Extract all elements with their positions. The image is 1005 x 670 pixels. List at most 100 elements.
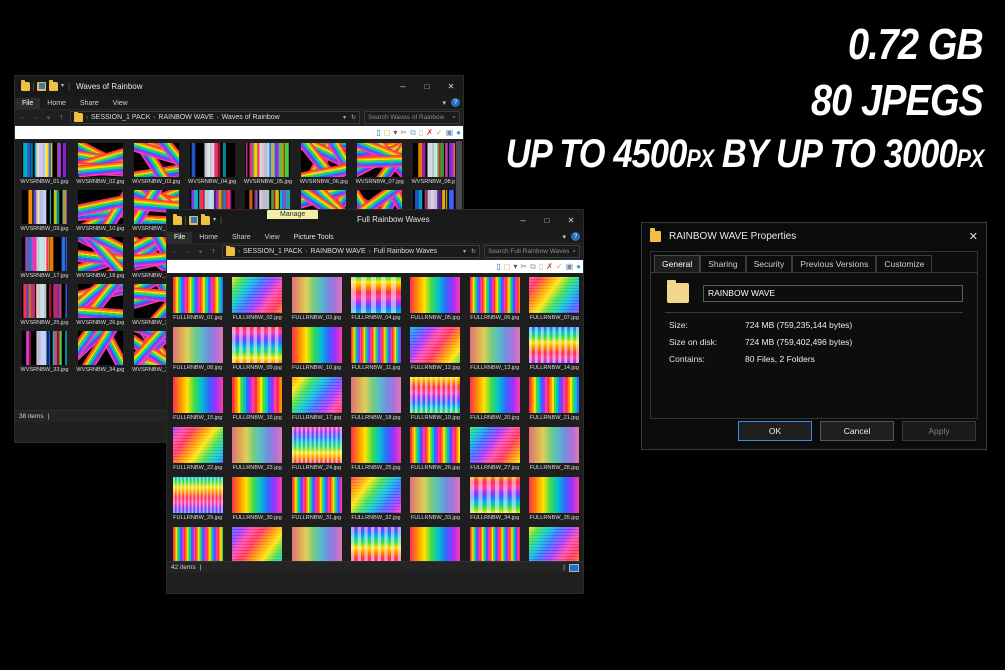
file-thumbnail[interactable]	[410, 376, 461, 413]
search-icon[interactable]: ⌕	[452, 114, 456, 122]
delete-icon[interactable]: ✗	[426, 128, 433, 137]
ok-button[interactable]: OK	[738, 421, 812, 441]
file-thumbnail[interactable]	[529, 277, 580, 313]
ribbon-tab-file[interactable]: File	[167, 232, 193, 243]
quick-access-toolbar-back[interactable]: ▾	[17, 79, 64, 91]
help-icon[interactable]: ?	[451, 98, 460, 107]
new-folder-icon[interactable]	[49, 79, 58, 91]
file-item[interactable]: FULLRNBW_02.jpg	[230, 277, 283, 322]
file-thumbnail[interactable]	[469, 526, 520, 563]
folder-icon[interactable]	[173, 213, 182, 225]
file-item[interactable]: FULLRNBW_09.jpg	[230, 326, 283, 372]
ribbon-tab-share[interactable]: Share	[73, 98, 106, 109]
file-item[interactable]: FULLRNBW_28.jpg	[528, 426, 581, 472]
file-item[interactable]: WVSRNBW_34.jpg	[75, 330, 126, 374]
file-item[interactable]: FULLRNBW_05.jpg	[409, 277, 462, 322]
file-thumbnail[interactable]	[77, 283, 123, 318]
ribbon-tab-home[interactable]: Home	[40, 98, 73, 109]
file-thumbnail[interactable]	[232, 277, 283, 313]
file-item[interactable]: FULLRNBW_17.jpg	[290, 376, 343, 422]
file-item[interactable]: WVSRNBW_06.jpg	[298, 143, 349, 186]
cut-icon[interactable]: ✂	[400, 128, 407, 137]
ribbon-tab-view[interactable]: View	[106, 98, 135, 109]
file-item[interactable]: FULLRNBW_14.jpg	[528, 326, 581, 372]
paste-icon[interactable]: ▯	[539, 262, 543, 271]
file-thumbnail[interactable]	[350, 426, 401, 463]
tab-previous-versions[interactable]: Previous Versions	[792, 255, 877, 272]
file-item[interactable]: FULLRNBW_01.jpg	[171, 277, 224, 322]
search-icon[interactable]: ⌕	[572, 248, 576, 256]
file-thumbnail[interactable]	[172, 376, 223, 413]
up-arrow-icon[interactable]: ↑	[209, 248, 218, 255]
window-controls-back[interactable]	[391, 76, 463, 96]
file-item[interactable]: WVSRNBW_25.jpg	[19, 283, 70, 327]
tab-sharing[interactable]: Sharing	[700, 255, 746, 272]
file-item[interactable]: FULLRNBW_35.jpg	[528, 476, 581, 522]
file-thumbnail[interactable]	[350, 326, 401, 363]
file-thumbnail[interactable]	[301, 143, 347, 177]
minimize-icon[interactable]	[511, 210, 535, 230]
properties-icon[interactable]	[37, 81, 46, 91]
recent-locations-icon[interactable]: ▾	[196, 248, 205, 256]
tab-general[interactable]: General	[654, 255, 701, 272]
file-item[interactable]: FULLRNBW_20.jpg	[468, 376, 521, 422]
file-item[interactable]: WVSRNBW_09.jpg	[19, 189, 70, 233]
file-item[interactable]: FULLRNBW_34.jpg	[468, 476, 521, 522]
status-view-controls[interactable]: |	[563, 563, 579, 572]
ribbon-back[interactable]: File Home Share View ▾ ?	[15, 96, 463, 110]
chevron-down-icon[interactable]: ▾	[442, 99, 446, 107]
dialog-buttons[interactable]: OK Cancel Apply	[738, 421, 976, 441]
chevron-down-icon[interactable]: ▾	[562, 233, 566, 241]
explorer-window-full-rainbow-waves[interactable]: ▾ | Manage Full Rainbow Waves File Home …	[166, 209, 584, 594]
file-thumbnail[interactable]	[469, 426, 520, 463]
file-item[interactable]: FULLRNBW_13.jpg	[468, 326, 521, 372]
breadcrumb-item-2[interactable]: Full Rainbow Waves	[374, 248, 438, 255]
breadcrumb-actions[interactable]: ▾ ↻	[463, 248, 476, 255]
titlebar-back[interactable]: ▾ | Waves of Rainbow	[15, 76, 463, 96]
file-thumbnail[interactable]	[232, 526, 283, 563]
file-item[interactable]: FULLRNBW_06.jpg	[468, 277, 521, 322]
rename-icon[interactable]: ✓	[436, 128, 443, 137]
globe-icon[interactable]: ●	[576, 262, 581, 271]
folder-icon[interactable]	[21, 79, 30, 91]
breadcrumb-item-0[interactable]: SESSION_1 PACK	[91, 114, 150, 121]
breadcrumb-item-0[interactable]: SESSION_1 PACK	[243, 248, 302, 255]
navigation-pane-icon[interactable]: ▯	[496, 262, 500, 271]
forward-arrow-icon[interactable]: →	[31, 114, 40, 121]
file-item[interactable]: FULLRNBW_12.jpg	[409, 326, 462, 372]
file-item[interactable]: FULLRNBW_25.jpg	[349, 426, 402, 472]
tab-customize[interactable]: Customize	[876, 255, 933, 272]
file-item[interactable]: FULLRNBW_22.jpg	[171, 426, 224, 472]
file-thumbnail[interactable]	[529, 476, 580, 513]
file-item[interactable]: FULLRNBW_04.jpg	[349, 277, 402, 322]
file-thumbnail[interactable]	[77, 189, 123, 224]
titlebar-front[interactable]: ▾ | Manage Full Rainbow Waves	[167, 210, 583, 230]
file-thumbnail[interactable]	[189, 143, 235, 177]
file-thumbnail[interactable]	[172, 526, 223, 563]
file-item[interactable]: FULLRNBW_11.jpg	[349, 326, 402, 372]
contextual-tab-label[interactable]: Manage	[267, 210, 319, 219]
file-thumbnail[interactable]	[357, 143, 403, 177]
file-thumbnail[interactable]	[529, 326, 580, 363]
file-item[interactable]: FULLRNBW_32.jpg	[349, 476, 402, 522]
chevron-down-icon[interactable]: ▾	[463, 248, 466, 255]
details-view-icon[interactable]: |	[563, 564, 565, 571]
file-thumbnail[interactable]	[469, 326, 520, 363]
dropdown-caret-icon[interactable]: ▾	[513, 262, 517, 271]
properties-icon[interactable]: ▣	[566, 262, 574, 271]
breadcrumb-item-1[interactable]: RAINBOW WAVE	[158, 114, 213, 121]
file-thumbnail[interactable]	[232, 476, 283, 513]
file-item[interactable]: FULLRNBW_30.jpg	[230, 476, 283, 522]
search-input[interactable]: Search Full Rainbow Waves	[488, 248, 569, 255]
new-folder-icon[interactable]: ◻	[504, 262, 511, 271]
ribbon-right-front[interactable]: ▾ ?	[562, 232, 580, 241]
file-thumbnail[interactable]	[413, 143, 459, 177]
file-thumbnail[interactable]	[77, 143, 123, 177]
file-thumbnail[interactable]	[21, 330, 67, 365]
file-item[interactable]: FULLRNBW_33.jpg	[409, 476, 462, 522]
breadcrumb-item-1[interactable]: RAINBOW WAVE	[310, 248, 365, 255]
globe-icon[interactable]: ●	[456, 128, 461, 137]
file-thumbnail[interactable]	[21, 236, 67, 271]
file-thumbnail[interactable]	[469, 376, 520, 413]
address-bar-back[interactable]: ← → ▾ ↑ › SESSION_1 PACK › RAINBOW WAVE …	[15, 110, 463, 126]
